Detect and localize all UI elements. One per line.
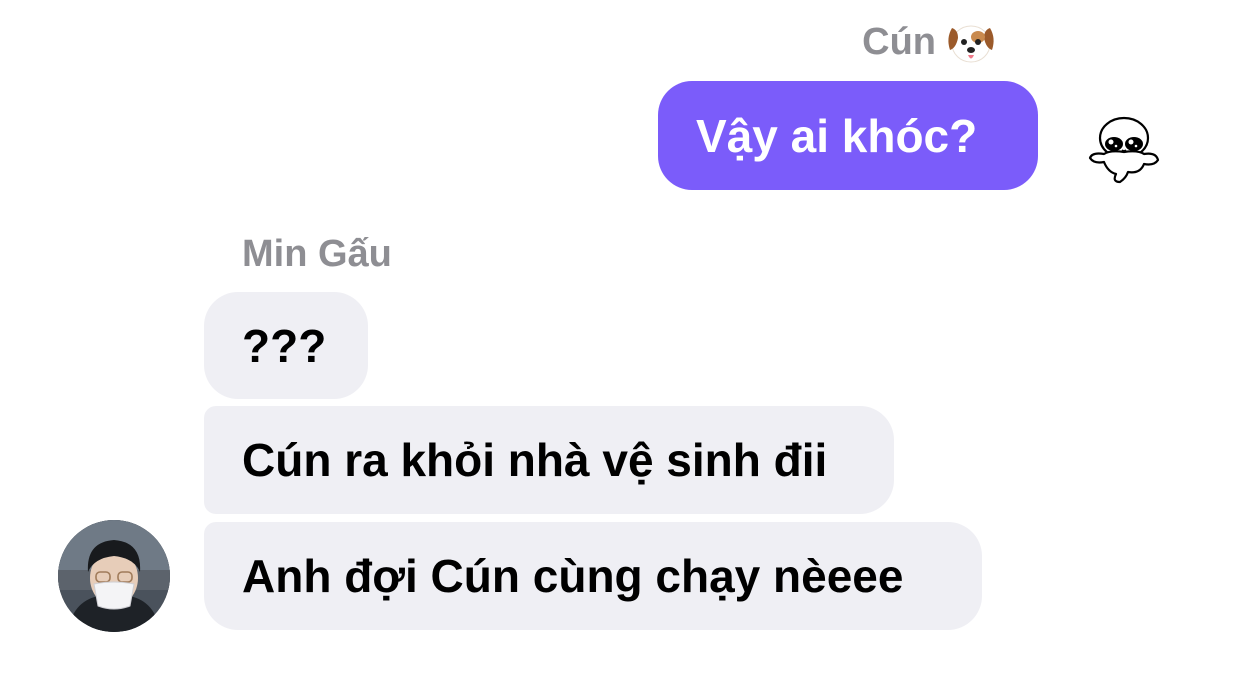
incoming-message-bubble[interactable]: Anh đợi Cún cùng chạy nèeee (204, 522, 982, 630)
incoming-sender-name: Min Gấu (242, 233, 392, 275)
outgoing-message-bubble[interactable]: Vậy ai khóc? (658, 81, 1038, 190)
cartoon-sticker-icon (1086, 114, 1164, 186)
outgoing-sender-label: Cún (862, 21, 936, 63)
incoming-message-text: ??? (242, 319, 327, 372)
incoming-message-text: Cún ra khỏi nhà vệ sinh đii (242, 434, 828, 486)
incoming-message-bubble[interactable]: ??? (204, 292, 368, 399)
outgoing-message-text: Vậy ai khóc? (696, 109, 978, 162)
dog-face-icon (944, 20, 998, 64)
incoming-message-text: Anh đợi Cún cùng chạy nèeee (242, 550, 904, 602)
outgoing-sender-name: Cún (862, 20, 998, 64)
chat-thread: Cún Vậy ai khóc? Min Gấu ??? Cún ra khỏi… (0, 0, 1242, 674)
incoming-message-bubble[interactable]: Cún ra khỏi nhà vệ sinh đii (204, 406, 894, 514)
user-avatar[interactable] (58, 520, 170, 632)
